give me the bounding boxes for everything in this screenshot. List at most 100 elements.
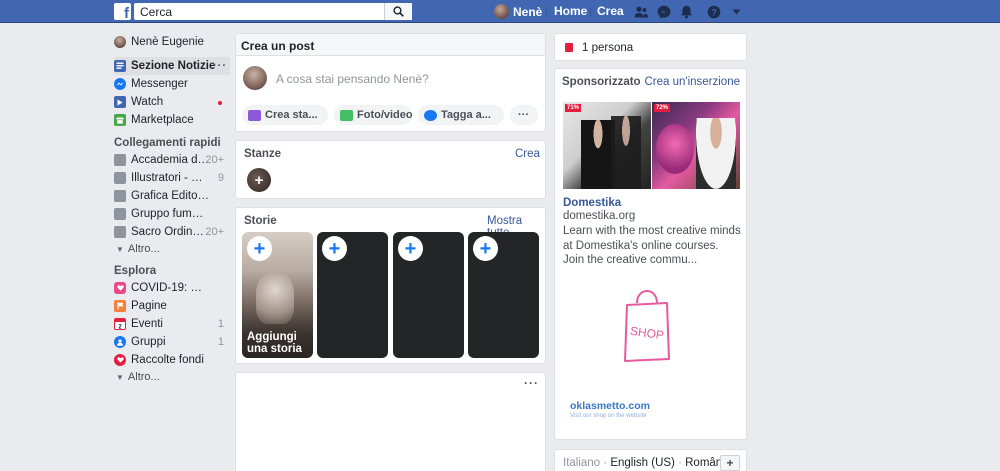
chevron-down-icon: ▼ — [116, 244, 124, 254]
sidebar-item-marketplace[interactable]: Marketplace — [114, 111, 230, 129]
story-card[interactable]: + — [393, 232, 464, 358]
more-options-icon[interactable]: ··· — [213, 60, 227, 72]
ad-image[interactable]: 71% — [563, 102, 651, 189]
ad-image[interactable]: 72% — [652, 102, 740, 189]
messenger-icon — [114, 78, 126, 90]
item-count: 1 — [217, 318, 224, 330]
messenger-icon[interactable] — [656, 4, 671, 19]
sidebar-item-news-feed[interactable]: Sezione Notizie ··· — [114, 57, 230, 75]
account-menu-chevron-icon[interactable] — [729, 4, 744, 19]
birthdays-card[interactable]: 1 persona — [554, 33, 747, 61]
shopping-bag-icon[interactable]: SHOP — [621, 281, 673, 365]
item-count: 1 — [217, 336, 224, 348]
create-room-button[interactable]: Crea sta... — [242, 105, 328, 125]
sidebar-item-label: Sezione Notizie — [131, 60, 216, 72]
sidebar-item-covid[interactable]: COVID-19: Ce... — [114, 279, 230, 297]
ad-description: Learn with the most creative minds at Do… — [563, 225, 741, 266]
ad-brand-subtitle: Visit our shop on the website — [570, 413, 647, 419]
create-post-card: Crea un post A cosa stai pensando Nenè? … — [235, 33, 546, 132]
discount-badge: 72% — [654, 104, 671, 112]
language-link[interactable]: Italiano — [563, 457, 600, 469]
gift-icon — [565, 43, 573, 52]
rooms-card: Stanze Crea + — [235, 140, 546, 199]
divider — [546, 7, 547, 17]
sidebar-item-label: COVID-19: Ce... — [131, 282, 209, 294]
add-story-card[interactable]: + Aggiungi una storia — [242, 232, 313, 358]
facebook-logo[interactable]: f — [114, 3, 131, 22]
sidebar-item-shortcut[interactable]: Grafica Editori... — [114, 187, 230, 205]
create-room-link[interactable]: Crea — [515, 148, 540, 160]
sidebar-item-label: Grafica Editori... — [131, 190, 209, 202]
sidebar-item-watch[interactable]: Watch — [114, 93, 230, 111]
sidebar-item-label: Accademia di ... — [131, 154, 209, 166]
item-count: 20+ — [205, 226, 224, 238]
shop-text: SHOP — [629, 324, 665, 343]
search-box — [134, 3, 412, 20]
item-count: 9 — [217, 172, 224, 184]
sidebar-item-label: Watch — [131, 96, 164, 108]
add-room-button[interactable]: + — [247, 168, 271, 192]
separator: · — [674, 457, 686, 469]
story-card[interactable]: + — [317, 232, 388, 358]
sidebar-item-pages[interactable]: Pagine — [114, 297, 230, 315]
ad-domain: domestika.org — [563, 210, 636, 222]
groups-icon — [114, 336, 126, 348]
ad-title[interactable]: Domestika — [563, 197, 621, 209]
sidebar-item-shortcut[interactable]: Accademia di ... 20+ — [114, 151, 230, 169]
ad-photo-person — [696, 118, 736, 189]
sidebar-item-fundraisers[interactable]: Raccolte fondi — [114, 351, 230, 369]
sidebar-item-shortcut[interactable]: Gruppo fumett... — [114, 205, 230, 223]
plus-icon: + — [322, 236, 347, 261]
group-icon — [114, 172, 126, 184]
group-icon — [114, 154, 126, 166]
photo-video-button[interactable]: Foto/video — [334, 105, 412, 125]
more-options-button[interactable]: ··· — [510, 105, 538, 125]
avatar — [494, 4, 509, 19]
create-ad-link[interactable]: Crea un'inserzione — [644, 76, 740, 88]
ad-brand[interactable]: oklasmetto.com — [570, 400, 650, 412]
rooms-title: Stanze — [244, 148, 282, 160]
group-icon — [114, 226, 126, 238]
more-options-icon[interactable]: ··· — [524, 376, 539, 390]
stories-card: Storie Mostra tutte + Aggiungi una stori… — [235, 207, 546, 364]
home-link[interactable]: Home — [554, 4, 587, 18]
post-composer-input[interactable]: A cosa stai pensando Nenè? — [276, 72, 429, 86]
sidebar-item-profile[interactable]: Nenè Eugenie — [114, 33, 230, 51]
ad-photo-person — [581, 120, 615, 189]
sidebar-item-groups[interactable]: Gruppi 1 — [114, 333, 230, 351]
create-link[interactable]: Crea — [597, 4, 624, 18]
search-button[interactable] — [384, 3, 412, 20]
more-languages-button[interactable]: + — [720, 455, 740, 471]
language-link[interactable]: English (US) — [610, 457, 675, 469]
marketplace-shop-icon — [114, 114, 126, 126]
sidebar-item-messenger[interactable]: Messenger — [114, 75, 230, 93]
top-navigation-bar: f Nenè Home Crea ? — [0, 0, 1000, 23]
search-input[interactable] — [134, 4, 384, 19]
composer-body[interactable]: A cosa stai pensando Nenè? — [236, 56, 545, 100]
sidebar-item-label: Gruppo fumett... — [131, 208, 209, 220]
svg-text:2: 2 — [118, 324, 122, 329]
button-label: Foto/video — [357, 109, 412, 121]
tag-friends-button[interactable]: Tagga a... — [418, 105, 504, 125]
create-post-title: Crea un post — [236, 34, 545, 56]
friend-requests-icon[interactable] — [633, 4, 648, 19]
sidebar-item-label: Pagine — [131, 300, 167, 312]
story-card[interactable]: + — [468, 232, 539, 358]
group-icon — [114, 208, 126, 220]
divider — [590, 7, 591, 17]
help-icon[interactable]: ? — [706, 4, 721, 19]
sidebar-item-label: Gruppi — [131, 336, 166, 348]
notification-dot — [218, 101, 222, 105]
sponsored-card: Sponsorizzato Crea un'inserzione 71% 72%… — [554, 68, 747, 440]
sidebar-item-events[interactable]: 2 Eventi 1 — [114, 315, 230, 333]
profile-link[interactable]: Nenè — [494, 3, 542, 20]
sidebar-item-shortcut[interactable]: Sacro Ordine ... 20+ — [114, 223, 230, 241]
plus-icon: + — [254, 171, 264, 189]
svg-text:?: ? — [711, 7, 717, 17]
explore-more-link[interactable]: ▼ Altro... — [114, 369, 230, 385]
sidebar-item-shortcut[interactable]: Illustratori - S.I... 9 — [114, 169, 230, 187]
notifications-bell-icon[interactable] — [679, 4, 694, 19]
item-count: 20+ — [205, 154, 224, 166]
sidebar-item-label: Sacro Ordine ... — [131, 226, 209, 238]
shortcuts-more-link[interactable]: ▼ Altro... — [114, 241, 230, 257]
